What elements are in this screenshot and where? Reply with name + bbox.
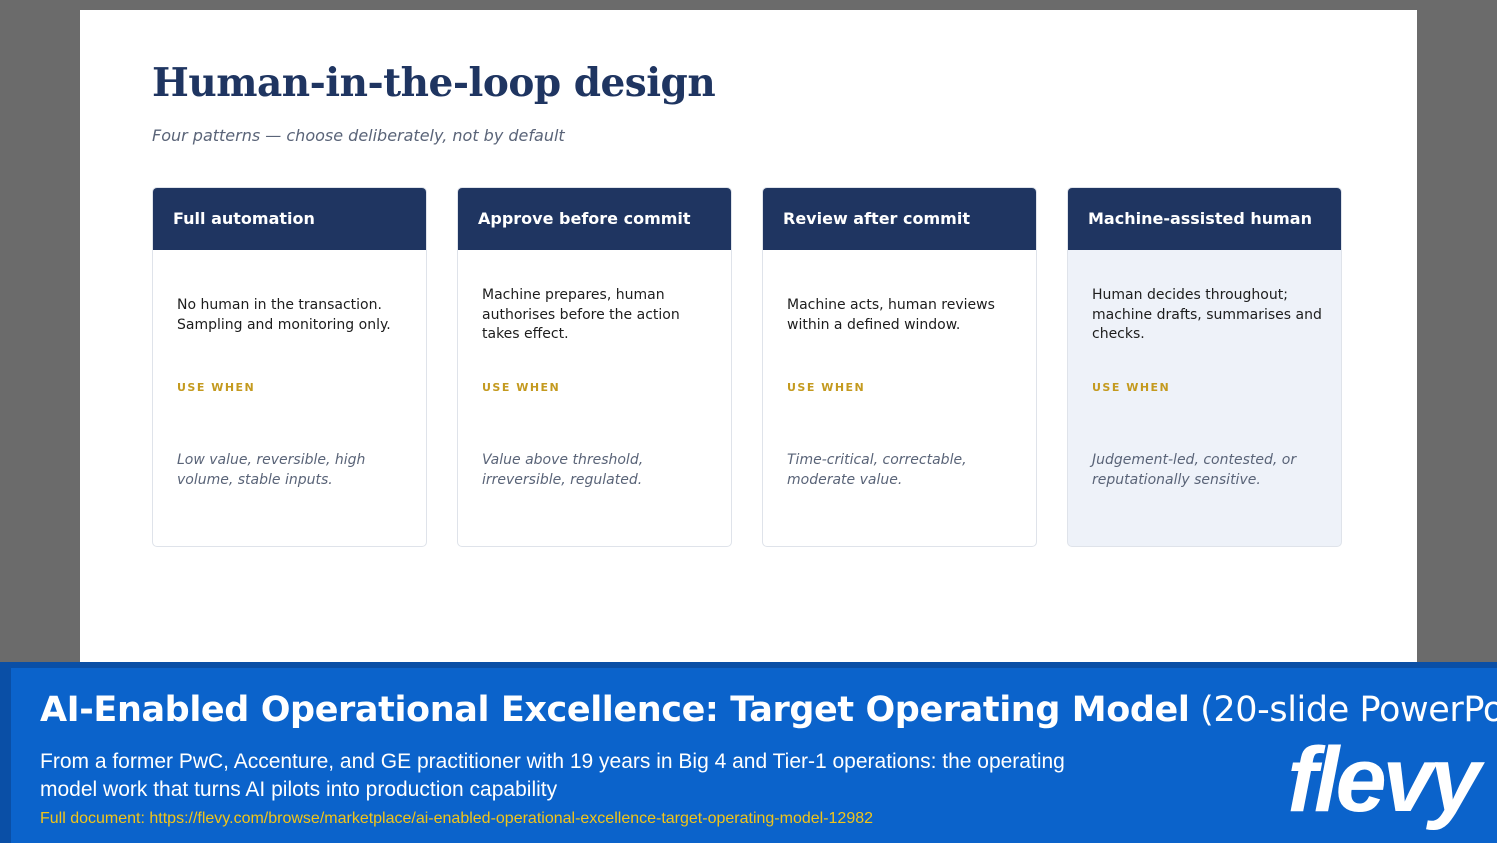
banner-title-main: AI-Enabled Operational Excellence: Targe… (40, 690, 1190, 730)
use-when-label: USE WHEN (482, 381, 561, 394)
slide-title: Human-in-the-loop design (152, 60, 716, 106)
card-use-when: Value above threshold, irreversible, reg… (482, 452, 644, 488)
use-when-label: USE WHEN (787, 381, 866, 394)
card-use-when: Judgement-led, contested, or reputationa… (1092, 452, 1297, 488)
pattern-card-approve-before-commit: Approve before commit Machine prepares, … (457, 187, 732, 547)
banner-title-suffix: (20-slide PowerPoint) (1200, 690, 1497, 730)
banner-description: From a former PwC, Accenture, and GE pra… (40, 750, 1065, 801)
pattern-card-review-after-commit: Review after commit Machine acts, human … (762, 187, 1037, 547)
banner-title: AI-Enabled Operational Excellence: Targe… (40, 690, 1497, 730)
card-use-when: Low value, reversible, high volume, stab… (177, 452, 366, 488)
pattern-card-full-automation: Full automation No human in the transact… (152, 187, 427, 547)
document-link[interactable]: Full document: https://flevy.com/browse/… (40, 810, 873, 828)
promo-banner: AI-Enabled Operational Excellence: Targe… (0, 662, 1497, 843)
card-description: No human in the transaction. Sampling an… (177, 297, 391, 333)
card-heading: Approve before commit (458, 188, 731, 250)
slide-subtitle: Four patterns — choose deliberately, not… (152, 126, 565, 145)
use-when-label: USE WHEN (177, 381, 256, 394)
card-use-when: Time-critical, correctable, moderate val… (787, 452, 967, 488)
pattern-card-machine-assisted-human: Machine-assisted human Human decides thr… (1067, 187, 1342, 547)
card-heading: Machine-assisted human (1068, 188, 1341, 250)
card-description: Machine acts, human reviews within a def… (787, 297, 995, 333)
card-description: Machine prepares, human authorises befor… (482, 287, 680, 342)
slide: Human-in-the-loop design Four patterns —… (80, 10, 1417, 670)
card-heading: Review after commit (763, 188, 1036, 250)
banner-panel: AI-Enabled Operational Excellence: Targe… (11, 668, 1497, 843)
use-when-label: USE WHEN (1092, 381, 1171, 394)
card-heading: Full automation (153, 188, 426, 250)
card-description: Human decides throughout; machine drafts… (1092, 287, 1322, 342)
flevy-logo: flevy (1287, 729, 1481, 831)
